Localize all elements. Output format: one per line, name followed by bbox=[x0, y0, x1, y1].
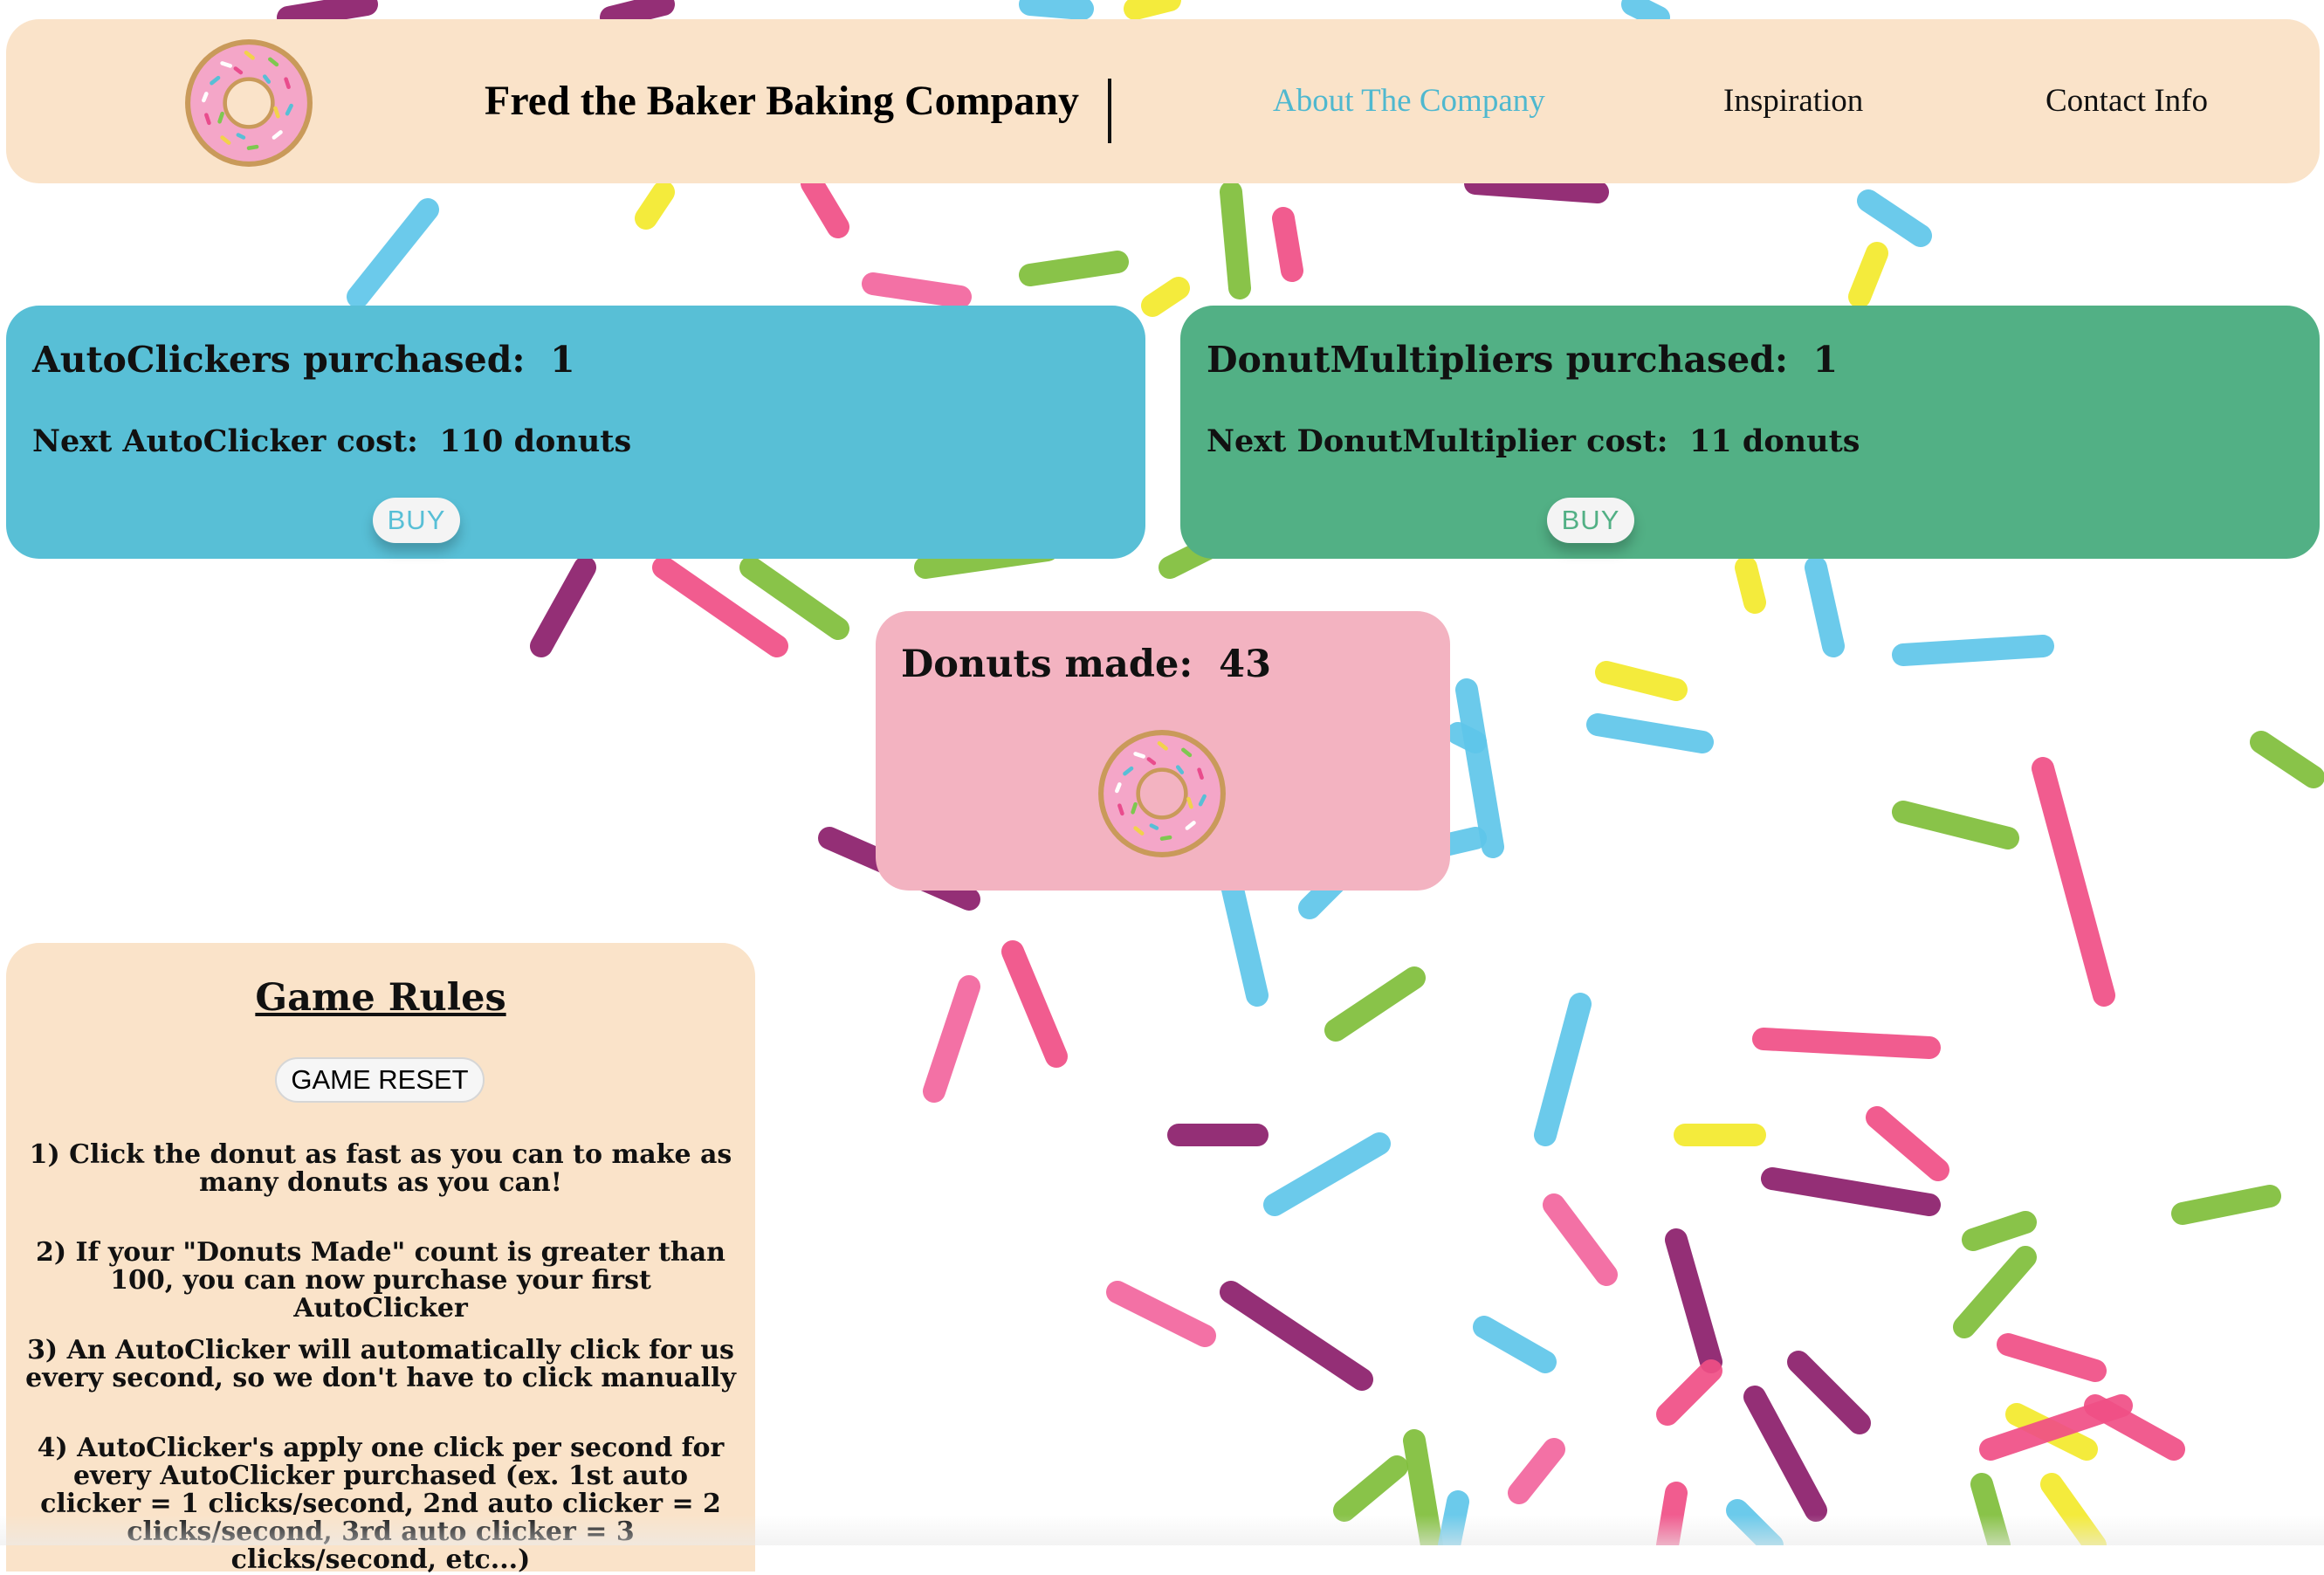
multiplier-purchased-label: DonutMultipliers purchased: bbox=[1207, 339, 1788, 381]
multiplier-cost-value: 11 donuts bbox=[1688, 423, 1860, 459]
sprinkle bbox=[1220, 181, 1251, 299]
sprinkle bbox=[1586, 713, 1714, 753]
sprinkle bbox=[1324, 966, 1426, 1042]
sprinkle bbox=[1595, 661, 1688, 701]
multiplier-cost-label: Next DonutMultiplier cost: bbox=[1207, 423, 1668, 459]
sprinkle bbox=[1464, 172, 1609, 203]
sprinkle bbox=[2250, 731, 2324, 788]
sprinkle bbox=[1263, 1132, 1391, 1216]
sprinkle bbox=[1761, 1167, 1941, 1216]
sprinkle bbox=[277, 0, 378, 29]
multiplier-purchased: DonutMultipliers purchased: 1 bbox=[1207, 339, 1838, 381]
sprinkle bbox=[1665, 1228, 1722, 1373]
rule-item: 1) Click the donut as fast as you can to… bbox=[29, 1139, 732, 1198]
sprinkle bbox=[1019, 0, 1094, 20]
sprinkle bbox=[1508, 1438, 1565, 1504]
multiplier-purchased-count: 1 bbox=[1812, 339, 1839, 381]
donuts-made-label: Donuts made: bbox=[901, 643, 1193, 686]
title-divider bbox=[1108, 79, 1111, 143]
donut-logo-icon[interactable] bbox=[182, 37, 315, 169]
sprinkle bbox=[1124, 0, 1181, 20]
sprinkle bbox=[1001, 940, 1068, 1068]
sprinkle bbox=[1857, 189, 1932, 247]
sprinkle bbox=[923, 975, 980, 1103]
sprinkle bbox=[1726, 1499, 1784, 1545]
sprinkle bbox=[1543, 1193, 1618, 1286]
sprinkle bbox=[1743, 1386, 1827, 1522]
autoclicker-cost-value: 110 donuts bbox=[439, 423, 632, 459]
sprinkle bbox=[1106, 1281, 1216, 1347]
sprinkle bbox=[1438, 1490, 1469, 1545]
autoclicker-panel: AutoClickers purchased: 1 Next AutoClick… bbox=[6, 306, 1145, 559]
sprinkle bbox=[600, 0, 675, 29]
sprinkle bbox=[1141, 277, 1190, 317]
nav-link-contact[interactable]: Contact Info bbox=[2046, 19, 2208, 183]
sprinkle bbox=[1970, 1473, 2011, 1545]
sprinkle bbox=[1333, 1455, 1408, 1522]
multiplier-cost: Next DonutMultiplier cost: 11 donuts bbox=[1207, 423, 1860, 459]
sprinkle bbox=[1534, 993, 1592, 1146]
sprinkle bbox=[1656, 1482, 1688, 1545]
sprinkle bbox=[1403, 1429, 1443, 1545]
sprinkle bbox=[1892, 801, 2019, 849]
sprinkle bbox=[2040, 1473, 2107, 1545]
donuts-made: Donuts made: 43 bbox=[901, 643, 1271, 686]
sprinkle bbox=[2032, 757, 2115, 1007]
sprinkle bbox=[1656, 1359, 1722, 1426]
sprinkle bbox=[1621, 0, 1670, 29]
game-rules-title: Game Rules bbox=[255, 976, 506, 1020]
sprinkle bbox=[1805, 556, 1845, 657]
site-header: Fred the Baker Baking Company About The … bbox=[6, 19, 2320, 183]
sprinkle bbox=[1997, 1333, 2107, 1382]
sprinkle bbox=[1962, 1211, 2037, 1251]
buy-multiplier-button[interactable]: BUY bbox=[1547, 498, 1634, 543]
rule-item: 2) If your "Donuts Made" count is greate… bbox=[35, 1237, 725, 1324]
sprinkle bbox=[1447, 722, 1487, 753]
sprinkle bbox=[862, 272, 972, 308]
donuts-made-count: 43 bbox=[1219, 643, 1271, 686]
sprinkle bbox=[1892, 635, 2054, 666]
sprinkle bbox=[1019, 251, 1129, 286]
sprinkle bbox=[1272, 207, 1303, 282]
clickable-donut-icon[interactable] bbox=[1096, 727, 1228, 860]
rule-item: 3) An AutoClicker will automatically cli… bbox=[25, 1335, 736, 1393]
multiplier-panel: DonutMultipliers purchased: 1 Next Donut… bbox=[1180, 306, 2320, 559]
game-rules-panel: Game Rules GAME RESET 1) Click the donut… bbox=[6, 943, 755, 1575]
sprinkle bbox=[2171, 1185, 2281, 1225]
sprinkle bbox=[635, 181, 675, 230]
autoclicker-purchased: AutoClickers purchased: 1 bbox=[32, 339, 575, 381]
rule-item: 4) AutoClicker's apply one click per sec… bbox=[37, 1433, 725, 1575]
autoclicker-cost: Next AutoClicker cost: 110 donuts bbox=[32, 423, 631, 459]
sprinkle bbox=[1953, 1246, 2037, 1338]
nav-link-inspiration[interactable]: Inspiration bbox=[1723, 19, 1863, 183]
game-reset-button[interactable]: GAME RESET bbox=[275, 1057, 485, 1103]
site-title: Fred the Baker Baking Company bbox=[485, 78, 1079, 124]
donuts-made-panel: Donuts made: 43 bbox=[876, 611, 1450, 891]
sprinkle bbox=[347, 198, 439, 308]
buy-autoclicker-button[interactable]: BUY bbox=[373, 498, 460, 543]
sprinkle bbox=[1752, 1028, 1941, 1059]
sprinkle bbox=[1787, 1351, 1871, 1434]
sprinkle bbox=[1220, 1281, 1373, 1391]
sprinkle bbox=[530, 556, 596, 657]
autoclicker-purchased-count: 1 bbox=[550, 339, 575, 381]
sprinkle bbox=[1220, 870, 1269, 1007]
sprinkle bbox=[1473, 1316, 1557, 1373]
autoclicker-cost-label: Next AutoClicker cost: bbox=[32, 423, 418, 459]
sprinkle bbox=[1866, 1106, 1949, 1181]
autoclicker-purchased-label: AutoClickers purchased: bbox=[32, 339, 526, 381]
sprinkle bbox=[1848, 242, 1888, 308]
sprinkle bbox=[801, 172, 849, 238]
sprinkle bbox=[739, 556, 849, 640]
sprinkle bbox=[1455, 678, 1504, 858]
nav-link-about[interactable]: About The Company bbox=[1273, 19, 1545, 183]
sprinkle bbox=[1735, 556, 1766, 614]
